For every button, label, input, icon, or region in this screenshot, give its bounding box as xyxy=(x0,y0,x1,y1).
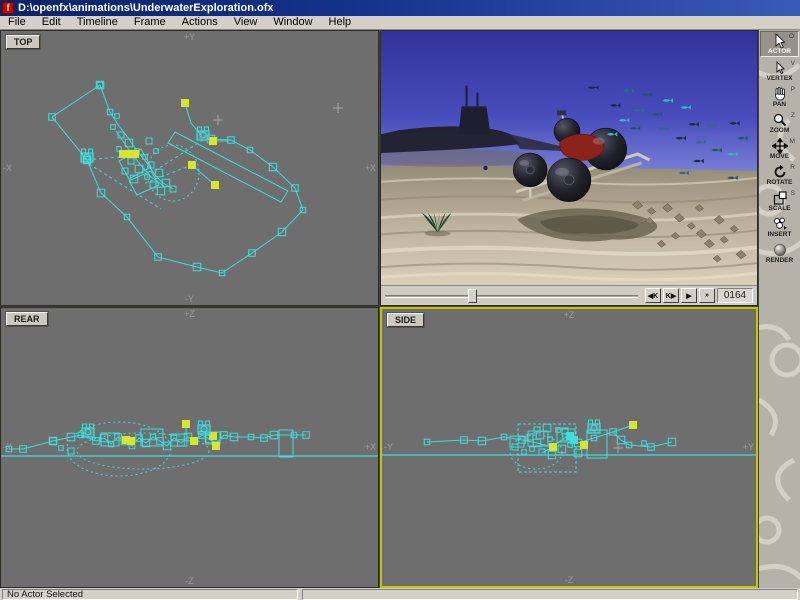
menu-actions[interactable]: Actions xyxy=(174,16,226,29)
tool-rotate-shortcut: R xyxy=(790,164,795,171)
tool-scale[interactable]: S SCALE xyxy=(760,189,799,213)
axis-label: +X xyxy=(365,442,376,452)
status-message: No Actor Selected xyxy=(2,589,298,600)
axis-label: +Z xyxy=(564,310,575,320)
menu-edit[interactable]: Edit xyxy=(34,16,69,29)
vertex-cursor-icon xyxy=(772,60,788,76)
axis-label: -Y xyxy=(185,294,194,304)
wireframe-rear-canvas[interactable] xyxy=(1,308,378,587)
axis-label: +Y xyxy=(184,32,195,42)
viewport-side-label[interactable]: SIDE xyxy=(387,313,424,327)
frame-slider-thumb[interactable] xyxy=(468,289,477,303)
playback-bar: ◀K K▶ ▶ » 0164 xyxy=(381,285,757,305)
axis-label: -Z xyxy=(185,576,194,586)
openfx-window: f D:\openfx\animations\UnderwaterExplora… xyxy=(0,0,800,600)
tool-rotate-label: ROTATE xyxy=(760,179,799,186)
window-title: D:\openfx\animations\UnderwaterExplorati… xyxy=(18,2,273,14)
axis-label: -X xyxy=(3,442,12,452)
tool-pan-shortcut: P xyxy=(791,86,795,93)
move-arrows-icon xyxy=(772,138,788,154)
tool-move-shortcut: M xyxy=(790,138,795,145)
axis-label: +X xyxy=(365,163,376,173)
menu-view[interactable]: View xyxy=(226,16,266,29)
frame-slider-track[interactable] xyxy=(385,295,638,298)
tool-vertex-label: VERTEX xyxy=(760,75,799,82)
scale-squares-icon xyxy=(772,190,788,206)
viewport-camera[interactable]: ◀K K▶ ▶ » 0164 xyxy=(380,30,758,306)
menu-frame[interactable]: Frame xyxy=(126,16,174,29)
status-bar: No Actor Selected xyxy=(0,588,800,600)
render-scene xyxy=(381,31,757,285)
title-bar: f D:\openfx\animations\UnderwaterExplora… xyxy=(0,0,800,16)
tool-zoom-label: ZOOM xyxy=(760,127,799,134)
tool-palette: O ACTOR V VERTEX P xyxy=(759,30,800,588)
axis-label: +Z xyxy=(184,309,195,319)
tool-move[interactable]: M MOVE xyxy=(760,137,799,161)
tool-actor[interactable]: O ACTOR xyxy=(760,31,799,57)
tool-pan-label: PAN xyxy=(760,101,799,108)
menu-file[interactable]: File xyxy=(0,16,34,29)
next-key-button[interactable]: K▶ xyxy=(663,288,679,303)
rotate-arrow-icon xyxy=(772,164,788,180)
tool-insert[interactable]: INSERT xyxy=(760,215,799,239)
zoom-magnifier-icon xyxy=(772,112,788,128)
tool-zoom[interactable]: Z ZOOM xyxy=(760,111,799,135)
actor-cursor-icon xyxy=(772,33,788,49)
menu-timeline[interactable]: Timeline xyxy=(69,16,126,29)
tool-pan[interactable]: P PAN xyxy=(760,85,799,109)
tool-scale-shortcut: S xyxy=(791,190,795,197)
tool-rotate[interactable]: R ROTATE xyxy=(760,163,799,187)
menu-bar: File Edit Timeline Frame Actions View Wi… xyxy=(0,16,800,30)
render-sphere-icon xyxy=(772,242,788,258)
workspace: TOP +Y -X +X -Y xyxy=(0,30,800,588)
viewport-rear-label[interactable]: REAR xyxy=(6,312,48,326)
tool-vertex-shortcut: V xyxy=(791,60,795,67)
prev-key-button[interactable]: ◀K xyxy=(645,288,661,303)
tool-insert-label: INSERT xyxy=(760,231,799,238)
status-secondary xyxy=(302,589,798,600)
tool-actor-shortcut: O xyxy=(789,33,794,40)
fast-forward-button[interactable]: » xyxy=(699,288,715,303)
tool-render[interactable]: RENDER xyxy=(760,241,799,265)
tool-move-label: MOVE xyxy=(760,153,799,160)
tool-vertex[interactable]: V VERTEX xyxy=(760,59,799,83)
tool-scale-label: SCALE xyxy=(760,205,799,212)
axis-label: -Y xyxy=(384,442,393,452)
viewport-top[interactable]: TOP +Y -X +X -Y xyxy=(0,30,379,306)
viewport-rear[interactable]: REAR +Z -X +X -Z xyxy=(0,307,379,588)
axis-label: -Z xyxy=(565,575,574,585)
wireframe-side-canvas[interactable] xyxy=(382,309,756,586)
pan-hand-icon xyxy=(772,86,788,102)
frame-counter: 0164 xyxy=(717,288,753,303)
axis-label: +Y xyxy=(743,442,754,452)
insert-spheres-icon xyxy=(772,216,788,232)
tool-render-label: RENDER xyxy=(760,257,799,264)
axis-label: -X xyxy=(3,163,12,173)
frame-slider[interactable] xyxy=(385,289,638,303)
menu-window[interactable]: Window xyxy=(265,16,320,29)
tool-actor-label: ACTOR xyxy=(761,48,798,55)
tool-zoom-shortcut: Z xyxy=(791,112,795,119)
play-button[interactable]: ▶ xyxy=(681,288,697,303)
viewport-side-active[interactable]: SIDE +Z -Y +Y -Z xyxy=(380,307,758,588)
viewport-top-label[interactable]: TOP xyxy=(6,35,40,49)
wireframe-top-canvas[interactable] xyxy=(1,31,378,305)
menu-help[interactable]: Help xyxy=(321,16,360,29)
app-icon: f xyxy=(2,2,14,14)
